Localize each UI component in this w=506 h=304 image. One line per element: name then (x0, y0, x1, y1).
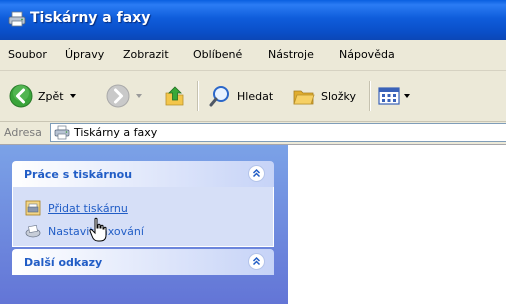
chevron-up-icon (252, 168, 261, 178)
menu-favorites[interactable]: Oblíbené (193, 48, 242, 61)
add-printer-link[interactable]: Přidat tiskárnu (25, 200, 128, 216)
add-printer-icon (25, 200, 41, 216)
folders-icon (293, 90, 315, 105)
menu-file[interactable]: Soubor (8, 48, 47, 61)
menu-view[interactable]: Zobrazit (123, 48, 169, 61)
title-bar[interactable]: Tiskárny a faxy (0, 0, 506, 40)
search-label: Hledat (237, 89, 274, 103)
menu-edit[interactable]: Úpravy (65, 48, 104, 61)
forward-arrow-icon (106, 84, 130, 108)
toolbar: Zpět Hledat Složky (0, 71, 506, 122)
printers-faxes-icon (8, 11, 26, 27)
task-pane: Práce s tiskárnou Přidat tiskárnu Nastav… (0, 145, 288, 304)
menu-tools[interactable]: Nástroje (268, 48, 314, 61)
printers-faxes-icon (54, 125, 70, 140)
forward-button[interactable] (106, 71, 142, 121)
collapse-button[interactable] (248, 253, 265, 270)
views-button[interactable] (377, 71, 410, 121)
folders-label: Složky (321, 89, 357, 103)
address-value: Tiskárny a faxy (74, 126, 158, 139)
window-title: Tiskárny a faxy (30, 10, 151, 26)
printers-list-area[interactable] (288, 145, 506, 304)
folders-button[interactable]: Složky (292, 71, 356, 121)
address-bar: Adresa Tiskárny a faxy (0, 122, 506, 145)
other-links-title: Další odkazy (24, 256, 103, 269)
printer-tasks-body: Přidat tiskárnu Nastavit faxování (12, 187, 274, 247)
address-label: Adresa (4, 126, 42, 139)
menu-bar: Soubor Úpravy Zobrazit Oblíbené Nástroje… (0, 40, 506, 71)
views-icon (378, 87, 400, 105)
address-input[interactable]: Tiskárny a faxy (50, 123, 506, 142)
printer-tasks-header[interactable]: Práce s tiskárnou (12, 161, 274, 187)
up-folder-button[interactable] (163, 71, 187, 121)
views-dropdown-icon[interactable] (404, 94, 410, 98)
chevron-up-icon (252, 256, 261, 266)
printer-tasks-title: Práce s tiskárnou (24, 168, 133, 181)
back-dropdown-icon[interactable] (69, 94, 76, 98)
back-button[interactable]: Zpět (9, 71, 76, 121)
fax-setup-icon (25, 225, 41, 238)
toolbar-separator (197, 81, 198, 111)
add-printer-label: Přidat tiskárnu (48, 201, 128, 215)
menu-help[interactable]: Nápověda (339, 48, 395, 61)
fax-setup-link[interactable]: Nastavit faxování (25, 223, 144, 239)
search-button[interactable]: Hledat (208, 71, 273, 121)
back-label: Zpět (38, 89, 64, 103)
search-icon (209, 86, 229, 107)
other-links-header[interactable]: Další odkazy (12, 249, 274, 275)
up-folder-icon (165, 86, 184, 106)
back-arrow-icon (9, 84, 33, 108)
collapse-button[interactable] (248, 165, 265, 182)
toolbar-separator (369, 81, 370, 111)
hand-cursor-icon (89, 217, 107, 242)
forward-dropdown-icon[interactable] (136, 94, 142, 98)
